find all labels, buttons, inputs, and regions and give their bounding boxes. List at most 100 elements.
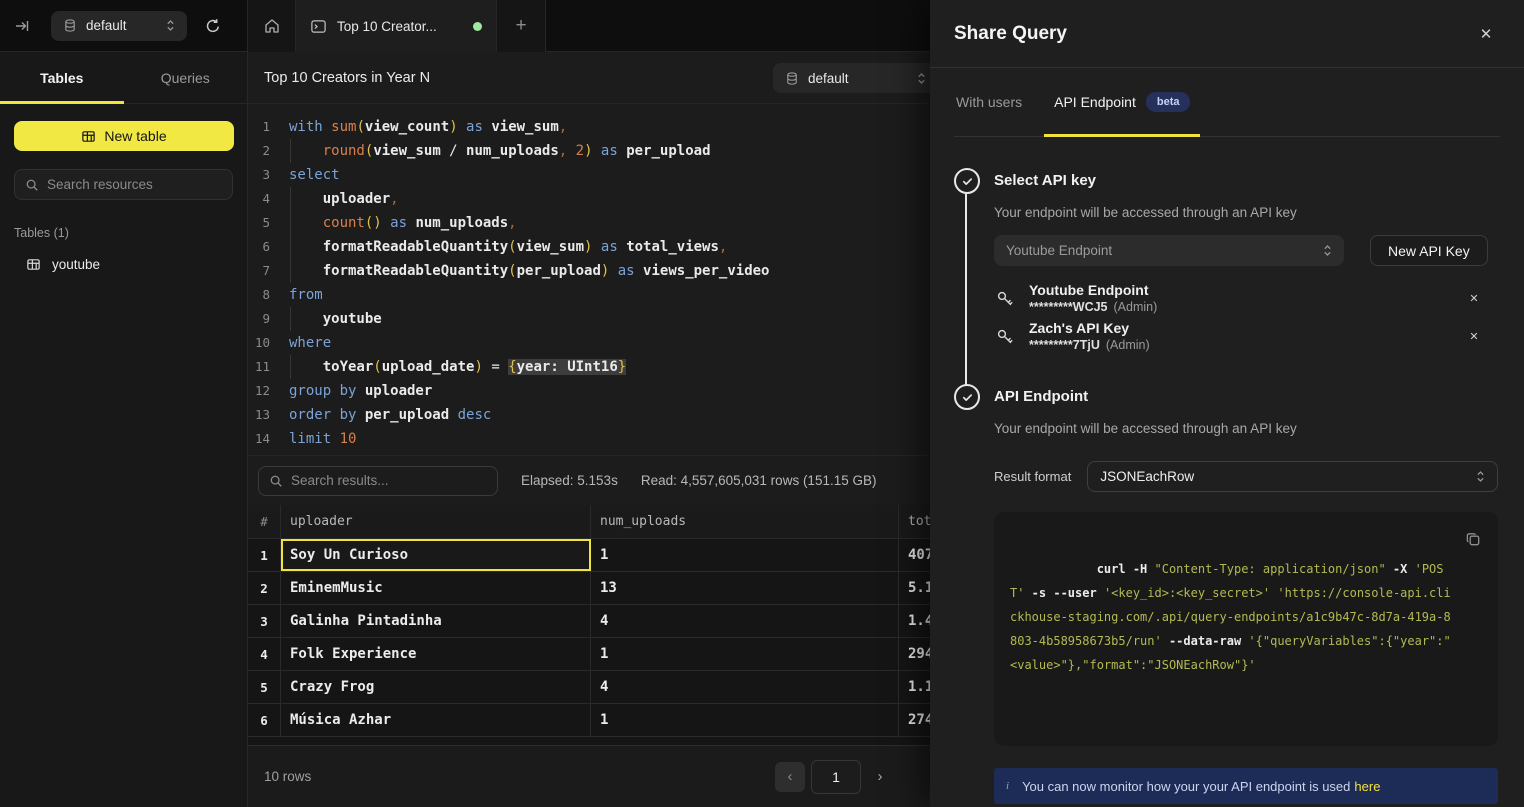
copy-icon[interactable] bbox=[1462, 528, 1484, 550]
chevron-updown-icon bbox=[1476, 470, 1485, 483]
cell-uploader[interactable]: Crazy Frog bbox=[281, 671, 591, 703]
remove-key-icon[interactable]: ✕ bbox=[1462, 325, 1486, 349]
curl-command-text: curl -H "Content-Type: application/json"… bbox=[1010, 562, 1451, 672]
cell-uploader[interactable]: Folk Experience bbox=[281, 638, 591, 670]
table-row[interactable]: 3Galinha Pintadinha41.4 bbox=[248, 605, 930, 638]
cell-num-uploads: 1 bbox=[591, 638, 899, 670]
step-check-icon bbox=[954, 384, 980, 410]
row-number: 4 bbox=[248, 638, 281, 670]
share-panel-header: Share Query ✕ bbox=[930, 0, 1524, 68]
api-key-select[interactable]: Youtube Endpoint bbox=[994, 235, 1344, 266]
chevron-updown-icon bbox=[166, 19, 175, 32]
step-title: Select API key bbox=[994, 168, 1498, 194]
close-panel-icon[interactable]: ✕ bbox=[1472, 20, 1500, 48]
cell-num-uploads: 1 bbox=[591, 539, 899, 571]
api-key-list: Youtube Endpoint*********WCJ5(Admin)✕Zac… bbox=[994, 282, 1498, 353]
home-button[interactable] bbox=[248, 0, 296, 52]
table-row[interactable]: 6Música Azhar1274 bbox=[248, 704, 930, 737]
table-row[interactable]: 4Folk Experience1294 bbox=[248, 638, 930, 671]
banner-here-link[interactable]: here bbox=[1354, 779, 1380, 794]
row-number: 2 bbox=[248, 572, 281, 604]
code-line: 7 formatReadableQuantity(per_upload) as … bbox=[248, 259, 930, 283]
result-format-value: JSONEachRow bbox=[1100, 469, 1476, 484]
next-page-button[interactable]: › bbox=[867, 762, 893, 792]
saved-status-dot bbox=[473, 22, 482, 31]
sidebar: Tables Queries New table Tables (1) yout… bbox=[0, 52, 248, 807]
api-key-info: Zach's API Key*********7TjU(Admin) bbox=[1029, 320, 1451, 353]
api-key-role: (Admin) bbox=[1114, 300, 1158, 314]
code-line: 6 formatReadableQuantity(view_sum) as to… bbox=[248, 235, 930, 259]
cell-total-views: 274 bbox=[899, 704, 930, 736]
share-panel-body: Select API key Your endpoint will be acc… bbox=[930, 137, 1524, 807]
results-search bbox=[258, 466, 498, 496]
step-select-api-key: Select API key Your endpoint will be acc… bbox=[954, 168, 1498, 353]
cell-uploader[interactable]: Galinha Pintadinha bbox=[281, 605, 591, 637]
tab-with-users[interactable]: With users bbox=[954, 68, 1024, 136]
key-icon bbox=[994, 288, 1018, 310]
column-header: uploader bbox=[281, 505, 591, 538]
tab-tables[interactable]: Tables bbox=[0, 52, 124, 103]
info-icon: i bbox=[1006, 780, 1009, 792]
new-table-button[interactable]: New table bbox=[14, 121, 234, 151]
result-format-select[interactable]: JSONEachRow bbox=[1087, 461, 1498, 492]
code-line: 13order by per_upload desc bbox=[248, 403, 930, 427]
line-number: 13 bbox=[248, 403, 270, 427]
cell-uploader[interactable]: EminemMusic bbox=[281, 572, 591, 604]
query-tab[interactable]: Top 10 Creator... bbox=[296, 0, 497, 52]
search-results-input[interactable] bbox=[291, 473, 487, 488]
new-tab-button[interactable]: + bbox=[497, 0, 546, 52]
stepper-connector-line bbox=[965, 194, 967, 387]
sidebar-item-table[interactable]: youtube bbox=[0, 252, 247, 277]
sidebar-tabs: Tables Queries bbox=[0, 52, 247, 104]
code-line: 12group by uploader bbox=[248, 379, 930, 403]
code-tokens: uploader, bbox=[289, 187, 399, 211]
collapse-sidebar-icon[interactable] bbox=[0, 0, 44, 52]
new-api-key-button[interactable]: New API Key bbox=[1370, 235, 1488, 266]
current-page-button[interactable]: 1 bbox=[811, 760, 861, 794]
cell-uploader[interactable]: Música Azhar bbox=[281, 704, 591, 736]
code-tokens: limit 10 bbox=[289, 427, 356, 451]
table-name: youtube bbox=[52, 257, 100, 272]
result-format-label: Result format bbox=[994, 469, 1071, 484]
code-tokens: select bbox=[289, 163, 340, 187]
tab-queries-label: Queries bbox=[161, 70, 210, 86]
api-key-row: Zach's API Key*********7TjU(Admin) ✕ bbox=[994, 320, 1498, 353]
refresh-icon[interactable] bbox=[193, 0, 233, 52]
column-header: tot bbox=[899, 505, 930, 538]
tab-api-endpoint[interactable]: API Endpoint beta bbox=[1052, 68, 1192, 136]
code-tokens: formatReadableQuantity(view_sum) as tota… bbox=[289, 235, 727, 259]
monitor-info-banner: i You can now monitor how your your API … bbox=[994, 768, 1498, 804]
sql-editor[interactable]: 1with sum(view_count) as view_sum,2 roun… bbox=[248, 104, 930, 455]
editor-database-selector[interactable]: default bbox=[773, 63, 930, 93]
code-tokens: count() as num_uploads, bbox=[289, 211, 517, 235]
results-toolbar: Elapsed: 5.153s Read: 4,557,605,031 rows… bbox=[248, 455, 930, 505]
table-row[interactable]: 1Soy Un Curioso1407 bbox=[248, 539, 930, 572]
cell-total-views: 1.4 bbox=[899, 605, 930, 637]
database-selector[interactable]: default bbox=[51, 11, 187, 41]
table-list: youtube bbox=[0, 252, 247, 277]
step-rail bbox=[954, 384, 980, 807]
remove-key-icon[interactable]: ✕ bbox=[1462, 287, 1486, 311]
prev-page-button[interactable]: ‹ bbox=[775, 762, 805, 792]
code-tokens: round(view_sum / num_uploads, 2) as per_… bbox=[289, 139, 711, 163]
table-row[interactable]: 5Crazy Frog41.1 bbox=[248, 671, 930, 704]
line-number: 4 bbox=[248, 187, 270, 211]
code-line: 9 youtube bbox=[248, 307, 930, 331]
search-resources-input[interactable] bbox=[47, 177, 222, 192]
curl-command-block: curl -H "Content-Type: application/json"… bbox=[994, 512, 1498, 746]
cell-total-views: 5.1 bbox=[899, 572, 930, 604]
cell-uploader[interactable]: Soy Un Curioso bbox=[281, 539, 591, 571]
code-line: 3select bbox=[248, 163, 930, 187]
banner-text: You can now monitor how your your API en… bbox=[1022, 779, 1380, 794]
step-check-icon bbox=[954, 168, 980, 194]
table-row[interactable]: 2EminemMusic135.1 bbox=[248, 572, 930, 605]
step-api-endpoint: API Endpoint Your endpoint will be acces… bbox=[954, 384, 1498, 807]
line-number: 10 bbox=[248, 331, 270, 355]
api-key-select-row: Youtube Endpoint New API Key bbox=[994, 235, 1498, 266]
tab-queries[interactable]: Queries bbox=[124, 52, 248, 103]
api-key-name: Youtube Endpoint bbox=[1029, 282, 1451, 299]
line-number: 1 bbox=[248, 115, 270, 139]
cell-total-views: 407 bbox=[899, 539, 930, 571]
code-line: 8from bbox=[248, 283, 930, 307]
result-format-row: Result format JSONEachRow bbox=[994, 461, 1498, 492]
